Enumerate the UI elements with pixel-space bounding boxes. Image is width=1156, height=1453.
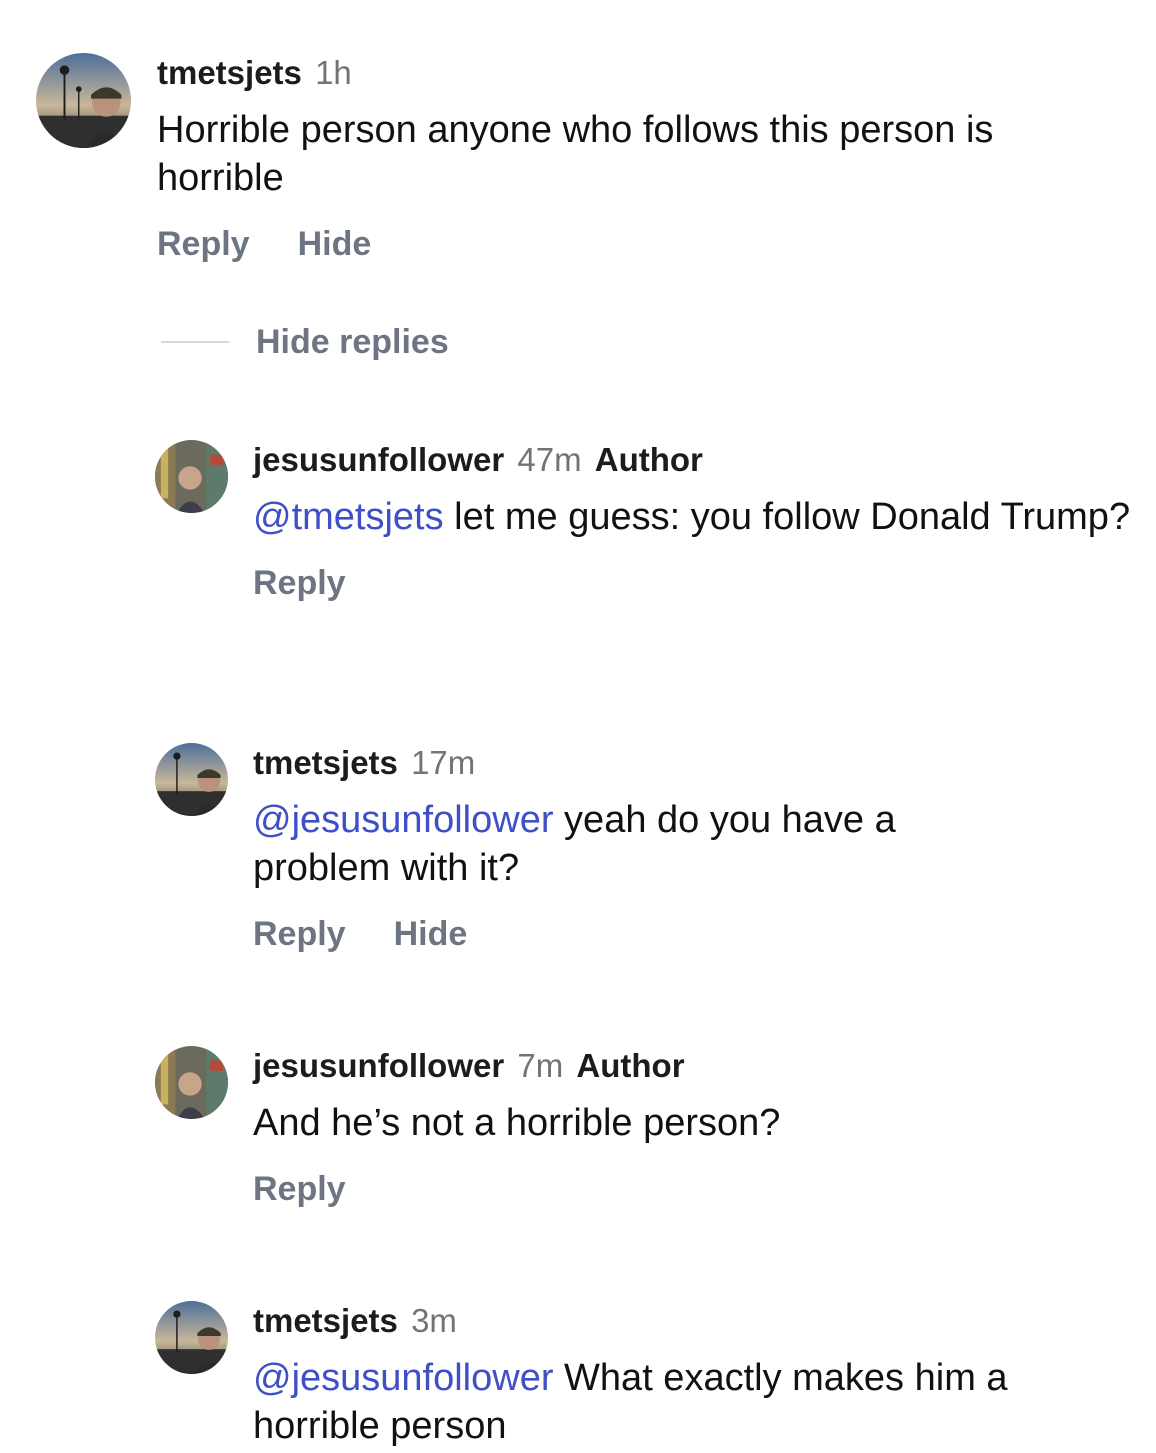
timestamp: 7m — [517, 1047, 564, 1084]
avatar-jesusunfollower[interactable] — [155, 1046, 228, 1119]
avatar-tmetsjets[interactable] — [155, 1301, 228, 1374]
comment-meta: tmetsjets 1h — [157, 53, 1127, 93]
reply-button[interactable]: Reply — [253, 1170, 346, 1208]
hide-button[interactable]: Hide — [394, 915, 468, 953]
comment-text: And he’s not a horrible person? — [253, 1102, 781, 1144]
comment-text: @jesusunfollower What exactly makes him … — [253, 1354, 1133, 1450]
hide-replies-button[interactable]: Hide replies — [256, 323, 449, 362]
avatar-photo-icon — [36, 53, 131, 148]
username[interactable]: jesusunfollower — [253, 441, 504, 478]
author-badge: Author — [594, 441, 703, 478]
comment-actions: Reply Hide — [253, 914, 1133, 954]
comment-actions: Reply — [253, 1169, 1133, 1209]
hide-replies-toggle[interactable]: Hide replies — [161, 320, 449, 364]
comment-meta: jesusunfollower 7m Author — [253, 1046, 1133, 1086]
comment-text: @jesusunfollower yeah do you have a prob… — [253, 796, 1013, 892]
divider-line — [161, 341, 229, 343]
reply-button[interactable]: Reply — [157, 225, 250, 263]
avatar-photo-icon — [155, 440, 228, 513]
comment-text: Horrible person anyone who follows this … — [157, 109, 994, 199]
timestamp: 3m — [411, 1302, 457, 1339]
comment-actions: Reply — [253, 563, 1133, 603]
reply-button[interactable]: Reply — [253, 915, 346, 953]
comment-meta: tmetsjets 3m — [253, 1301, 1133, 1341]
avatar-photo-icon — [155, 1046, 228, 1119]
username[interactable]: tmetsjets — [253, 744, 398, 781]
mention-link[interactable]: @tmetsjets — [253, 496, 444, 538]
username[interactable]: jesusunfollower — [253, 1047, 504, 1084]
comment-meta: jesusunfollower 47m Author — [253, 440, 1133, 480]
comment-meta: tmetsjets 17m — [253, 743, 1133, 783]
comment-text: @tmetsjets let me guess: you follow Dona… — [253, 493, 1133, 541]
author-badge: Author — [576, 1047, 685, 1084]
timestamp: 47m — [517, 441, 582, 478]
avatar-tmetsjets[interactable] — [36, 53, 131, 148]
avatar-photo-icon — [155, 743, 228, 816]
avatar-jesusunfollower[interactable] — [155, 440, 228, 513]
mention-link[interactable]: @jesusunfollower — [253, 799, 554, 841]
hide-button[interactable]: Hide — [298, 225, 372, 263]
reply-button[interactable]: Reply — [253, 564, 346, 602]
timestamp: 17m — [411, 744, 476, 781]
comment-actions: Reply Hide — [157, 224, 1127, 264]
comment-text-body: let me guess: you follow Donald Trump? — [443, 496, 1131, 538]
mention-link[interactable]: @jesusunfollower — [253, 1357, 554, 1399]
avatar-photo-icon — [155, 1301, 228, 1374]
timestamp: 1h — [315, 54, 352, 91]
avatar-tmetsjets[interactable] — [155, 743, 228, 816]
username[interactable]: tmetsjets — [253, 1302, 398, 1339]
username[interactable]: tmetsjets — [157, 54, 302, 91]
